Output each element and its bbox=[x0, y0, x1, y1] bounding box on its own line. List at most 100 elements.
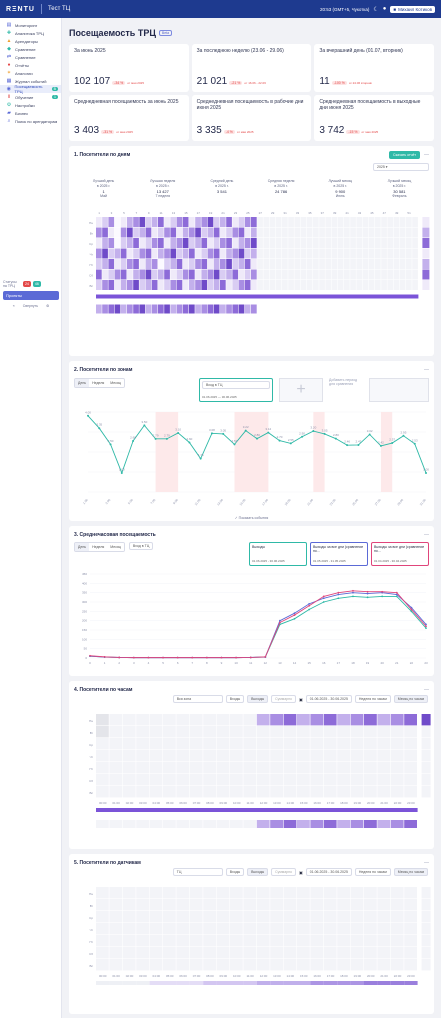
stat-note: Май bbox=[100, 194, 107, 198]
user-menu[interactable]: ■ Михаил Котиков bbox=[390, 5, 435, 13]
bell-icon[interactable]: ● bbox=[383, 6, 387, 12]
heatmap-cell bbox=[220, 259, 226, 269]
exit-toggle[interactable]: Выходы bbox=[247, 695, 269, 703]
heatmap-cell bbox=[189, 887, 203, 899]
collapse-icon[interactable]: — bbox=[424, 860, 429, 866]
section-title: 4. Посетители по часам bbox=[74, 686, 133, 693]
heatmap-cell bbox=[350, 726, 364, 738]
collapse-icon[interactable]: — bbox=[424, 687, 429, 693]
heatmap-cell bbox=[270, 714, 283, 726]
sidebar-item[interactable]: ✶ Аналогии bbox=[0, 69, 61, 77]
zone-select[interactable]: Вход в ТЦ bbox=[202, 381, 270, 389]
calendar-icon[interactable]: ▣ bbox=[299, 697, 303, 702]
compare-period-card[interactable]: Выходы за все дни (сравнение по… 01.05.20… bbox=[310, 542, 368, 566]
collapse-icon[interactable]: — bbox=[424, 152, 429, 158]
calendar-icon[interactable]: ▣ bbox=[299, 870, 303, 875]
sidebar-item[interactable]: Ⅱ Обучение 1 bbox=[0, 93, 61, 101]
collapse-icon[interactable]: — bbox=[424, 367, 429, 373]
collapse-button[interactable]: « Свернуть ⚙ bbox=[3, 304, 59, 308]
date-range[interactable]: 01.06.2025 - 30.06.2025 bbox=[305, 868, 352, 876]
tab-week[interactable]: Неделя bbox=[89, 543, 108, 551]
sidebar-item[interactable]: ⇄ Сравнение bbox=[0, 53, 61, 61]
heatmap-cell bbox=[176, 774, 190, 786]
collapse-icon[interactable]: — bbox=[424, 532, 429, 538]
tab-week[interactable]: Неделя bbox=[89, 379, 108, 387]
sidebar-item-label: Посещаемость ТРЦ bbox=[14, 84, 43, 94]
events-toggle[interactable]: ✓ Показать события bbox=[74, 516, 429, 520]
data-point bbox=[289, 442, 292, 445]
heatmap-cell bbox=[390, 726, 404, 738]
heatmap-cell bbox=[136, 726, 149, 738]
heatmap-cell bbox=[216, 887, 230, 899]
sidebar-item[interactable]: ⌕ Поиск по арендаторам bbox=[0, 117, 61, 125]
weekly-total-cell bbox=[96, 304, 102, 314]
heatmap-cell bbox=[364, 714, 377, 726]
heatmap-cell bbox=[120, 269, 127, 280]
heatmap-cell bbox=[102, 227, 108, 238]
heatmap-cell bbox=[313, 259, 319, 269]
tab-month[interactable]: Месяц bbox=[107, 543, 124, 551]
sum-toggle[interactable]: Суммарно bbox=[271, 695, 296, 703]
weekly-total-cell bbox=[207, 304, 214, 314]
sidebar-item[interactable]: ✚ Аналитика ТРЦ bbox=[0, 29, 61, 37]
row-total-cell bbox=[422, 227, 430, 238]
entry-toggle[interactable]: Входы bbox=[225, 868, 245, 876]
data-point bbox=[103, 655, 106, 658]
y-tick-label: 400 bbox=[82, 581, 87, 585]
heatmap-cell bbox=[201, 238, 208, 248]
sidebar-item[interactable]: ⚙ Настройки bbox=[0, 101, 61, 109]
week-hourly-button[interactable]: Неделя по часам bbox=[354, 868, 391, 876]
tab-month[interactable]: Месяц bbox=[107, 379, 124, 387]
heatmap-cell bbox=[122, 738, 136, 750]
status-red-badge[interactable]: 24 bbox=[23, 281, 31, 287]
sidebar-item[interactable]: ▤ Мониторинг bbox=[0, 21, 61, 29]
project-name[interactable]: Тест ТЦ bbox=[48, 6, 70, 12]
week-hourly-button[interactable]: Неделя по часам bbox=[354, 695, 391, 703]
y-tick-label: 200 bbox=[82, 619, 87, 623]
heatmap-cell bbox=[350, 947, 364, 959]
zone-select[interactable]: ТЦ bbox=[172, 868, 223, 876]
sidebar-item[interactable]: ▲ Арендаторы bbox=[0, 37, 61, 45]
month-hourly-button[interactable]: Месяц по часам bbox=[393, 695, 428, 703]
projects-button[interactable]: Проекты bbox=[3, 291, 59, 300]
scale-bar-segment bbox=[96, 981, 110, 985]
sidebar-item[interactable]: ◆ Сравнение bbox=[0, 45, 61, 53]
year-select[interactable]: 2025 ▾ bbox=[373, 163, 429, 171]
weekly-total-cell bbox=[244, 304, 251, 314]
status-green-badge[interactable]: 46 bbox=[32, 281, 41, 287]
period-card[interactable]: Вход в ТЦ 01.06.2025 — 30.06.2025 bbox=[199, 378, 273, 402]
compare-period-card[interactable]: Выходы 01.06.2025 - 30.06.2025 bbox=[249, 542, 307, 566]
heatmap-cell bbox=[149, 899, 163, 911]
data-point bbox=[395, 595, 398, 598]
compare-period-card[interactable]: Выходы за все дни (сравнение по… 01.04.20… bbox=[371, 542, 429, 566]
tab-day[interactable]: День bbox=[75, 379, 90, 387]
exit-toggle[interactable]: Выходы bbox=[247, 868, 269, 876]
weekly-total-cell bbox=[102, 304, 108, 314]
sidebar-item[interactable]: ▰ Бизнес bbox=[0, 109, 61, 117]
heatmap-cell bbox=[203, 726, 216, 738]
heatmap-cell bbox=[102, 248, 108, 259]
heatmap-cell bbox=[96, 887, 109, 899]
heatmap-cell bbox=[176, 269, 183, 280]
zones-line-chart: 4.00 1.06 3.35 2.50 3.06 1.00 2.68 5.06 3.50 2.79… bbox=[82, 410, 429, 506]
heatmap-cell bbox=[158, 227, 164, 238]
tab-day[interactable]: День bbox=[75, 543, 90, 551]
add-period-button[interactable]: + bbox=[279, 378, 323, 402]
month-hourly-button[interactable]: Месяц по часам bbox=[393, 868, 428, 876]
entry-toggle[interactable]: Входы bbox=[225, 695, 245, 703]
heatmap-cell bbox=[203, 923, 216, 935]
sidebar-item[interactable]: ◉ Посещаемость ТРЦ В bbox=[0, 84, 61, 94]
date-range[interactable]: 01.06.2025 - 30.06.2025 bbox=[305, 695, 352, 703]
heatmap-cell bbox=[203, 750, 216, 762]
heatmap-cell bbox=[270, 774, 283, 786]
heatmap-cell bbox=[203, 935, 216, 947]
moon-icon[interactable]: ☾ bbox=[373, 6, 378, 13]
sum-toggle[interactable]: Суммарно bbox=[271, 868, 296, 876]
heatmap-cell bbox=[251, 227, 257, 238]
heatmap-cell bbox=[230, 714, 243, 726]
app-logo[interactable]: RΞNTU bbox=[6, 6, 35, 13]
zone-select[interactable]: Вся зона bbox=[172, 695, 223, 703]
export-button[interactable]: Скачать отчёт bbox=[389, 150, 420, 159]
zone-select[interactable]: Вход в ТЦ bbox=[128, 542, 154, 550]
sidebar-item[interactable]: ● Отчёты bbox=[0, 61, 61, 69]
